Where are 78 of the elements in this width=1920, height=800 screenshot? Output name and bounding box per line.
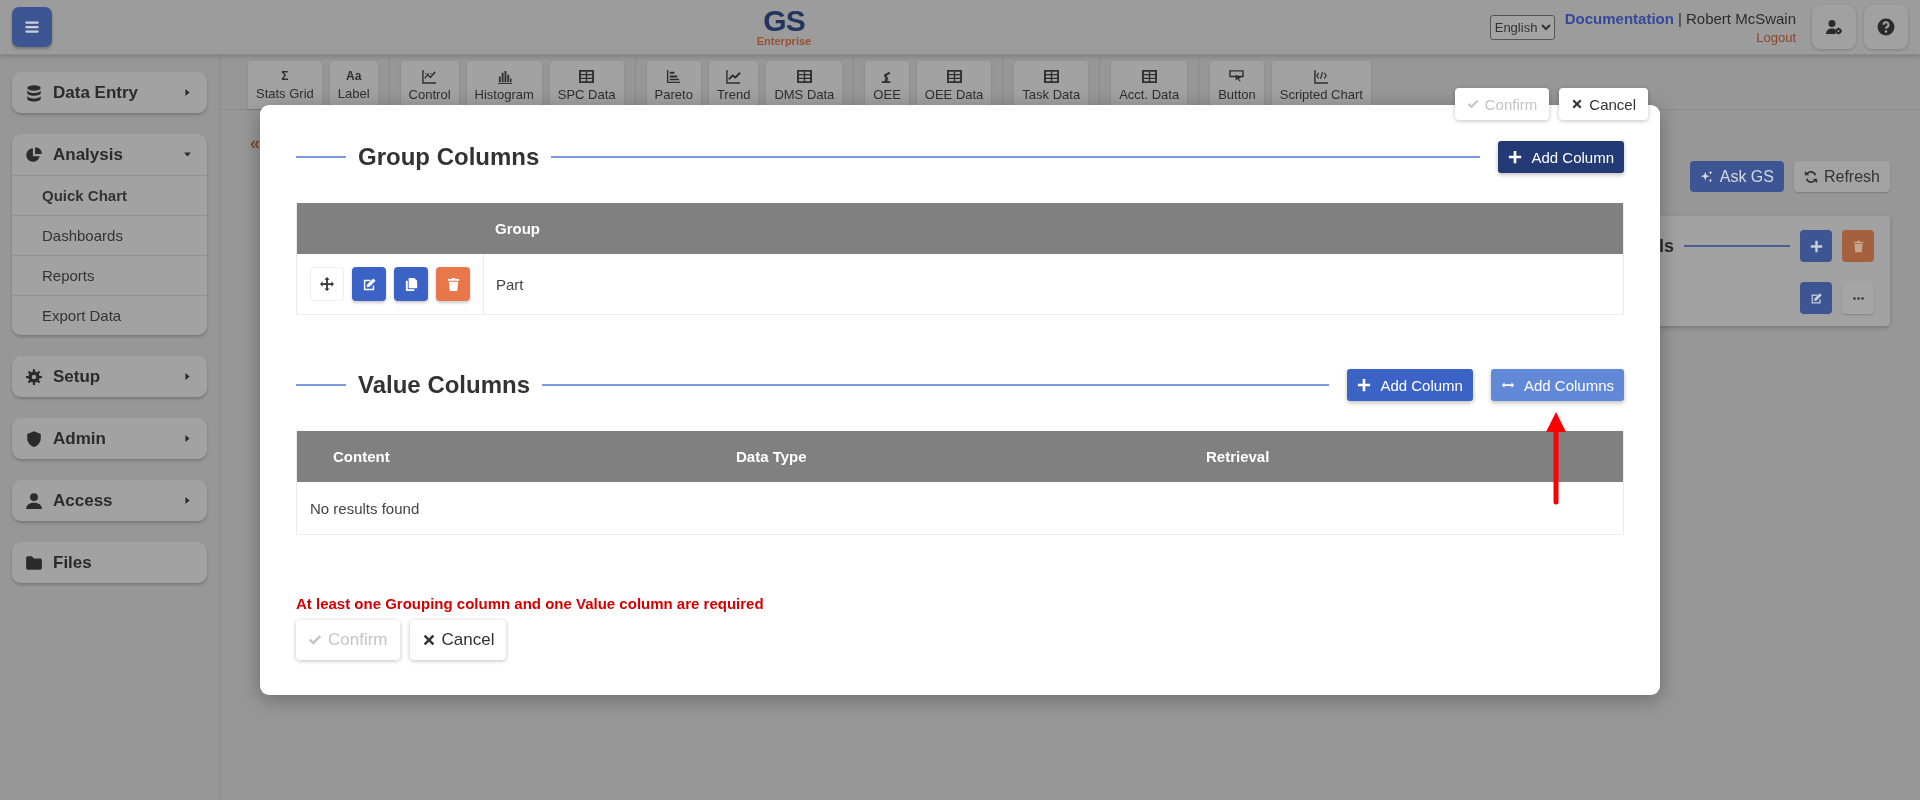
delete-button[interactable] [436, 267, 470, 301]
check-icon [308, 633, 322, 647]
histogram-icon [496, 68, 512, 84]
menu-icon [23, 18, 41, 36]
close-icon [421, 633, 436, 647]
edit-button[interactable] [1800, 282, 1832, 314]
dialog-action-button[interactable]: Cancel [1559, 88, 1648, 120]
cursor-icon [1229, 68, 1245, 84]
table-icon [1043, 68, 1059, 84]
gear-icon [25, 367, 43, 386]
plus-icon [1809, 239, 1823, 253]
logo-subtitle: Enterprise [756, 36, 812, 47]
check-icon [1466, 98, 1479, 110]
add-column-button[interactable]: Add Column [1347, 369, 1473, 401]
column-header: Group [494, 220, 541, 237]
column-header: Data Type [736, 448, 808, 465]
toolbar-button[interactable]: Σ Stats Grid [248, 61, 322, 109]
table-icon [946, 68, 962, 84]
column-header: Content [333, 448, 391, 465]
control-chart-icon [422, 68, 438, 84]
bar-chart-icon [666, 68, 682, 84]
plus-icon [1357, 378, 1372, 392]
empty-message: No results found [310, 499, 420, 517]
sidebar-item[interactable]: Access [12, 480, 207, 521]
logout-link[interactable]: Logout [1756, 29, 1796, 45]
sidebar-item[interactable]: Setup [12, 356, 207, 397]
section-title: Group Columns [358, 143, 540, 171]
sidebar-item[interactable]: Admin [12, 418, 207, 459]
user-name: | Robert McSwain [1677, 9, 1796, 27]
sidebar-subitem[interactable]: Export Data [12, 295, 207, 335]
sparkle-icon [1699, 169, 1714, 184]
shield-icon [25, 429, 43, 448]
panel-heading: ls [1659, 235, 1674, 257]
sidebar-subitem[interactable]: Dashboards [12, 215, 207, 255]
edit-button[interactable] [352, 267, 386, 301]
error-message: At least one Grouping column and one Value column are required [296, 595, 765, 612]
documentation-link[interactable]: Documentation [1564, 9, 1674, 27]
add-column-button[interactable]: Add Column [1498, 141, 1624, 173]
user-settings-icon [1826, 19, 1842, 35]
logo-title: GS [763, 6, 805, 36]
refresh-icon [1803, 169, 1818, 184]
add-button[interactable] [1800, 230, 1832, 262]
refresh-button[interactable]: Refresh [1793, 161, 1890, 192]
copy-button[interactable] [394, 267, 428, 301]
sidebar-item[interactable]: Files [12, 542, 207, 583]
section-title: Value Columns [358, 371, 531, 399]
copy-icon [403, 276, 419, 292]
language-select[interactable]: English [1489, 14, 1555, 40]
edit-icon [361, 276, 377, 292]
table-icon [796, 68, 812, 84]
folder-icon [25, 553, 43, 572]
add-column-button[interactable]: Add Columns [1490, 369, 1624, 401]
sidebar-subitem[interactable]: Reports [12, 255, 207, 295]
table-icon [1141, 68, 1157, 84]
pie-chart-icon [25, 145, 43, 164]
sidebar-item[interactable]: Data Entry [12, 72, 207, 113]
help-button[interactable] [1864, 5, 1908, 49]
dialog-action-button[interactable]: Cancel [409, 620, 507, 660]
edit-icon [1809, 291, 1823, 305]
ask-button[interactable]: Ask GS [1689, 161, 1784, 192]
trash-icon [445, 276, 461, 292]
close-icon [1571, 98, 1584, 110]
user-settings-button[interactable] [1812, 5, 1856, 49]
menu-button[interactable] [12, 7, 52, 47]
database-icon [25, 83, 43, 102]
code-chart-icon [1313, 68, 1329, 84]
sidebar-subitem[interactable]: Quick Chart [12, 175, 207, 215]
move-button[interactable] [310, 267, 344, 301]
plus-icon [1508, 150, 1523, 164]
column-header: Retrieval [1206, 448, 1271, 465]
sidebar-item[interactable]: Analysis [12, 134, 207, 175]
help-icon [1877, 18, 1895, 36]
table-icon [579, 68, 595, 84]
person-icon [25, 491, 43, 510]
trend-chart-icon [726, 68, 742, 84]
trash-icon [1851, 239, 1865, 253]
table-cell-text: Part [495, 275, 525, 293]
move-icon [320, 277, 334, 291]
